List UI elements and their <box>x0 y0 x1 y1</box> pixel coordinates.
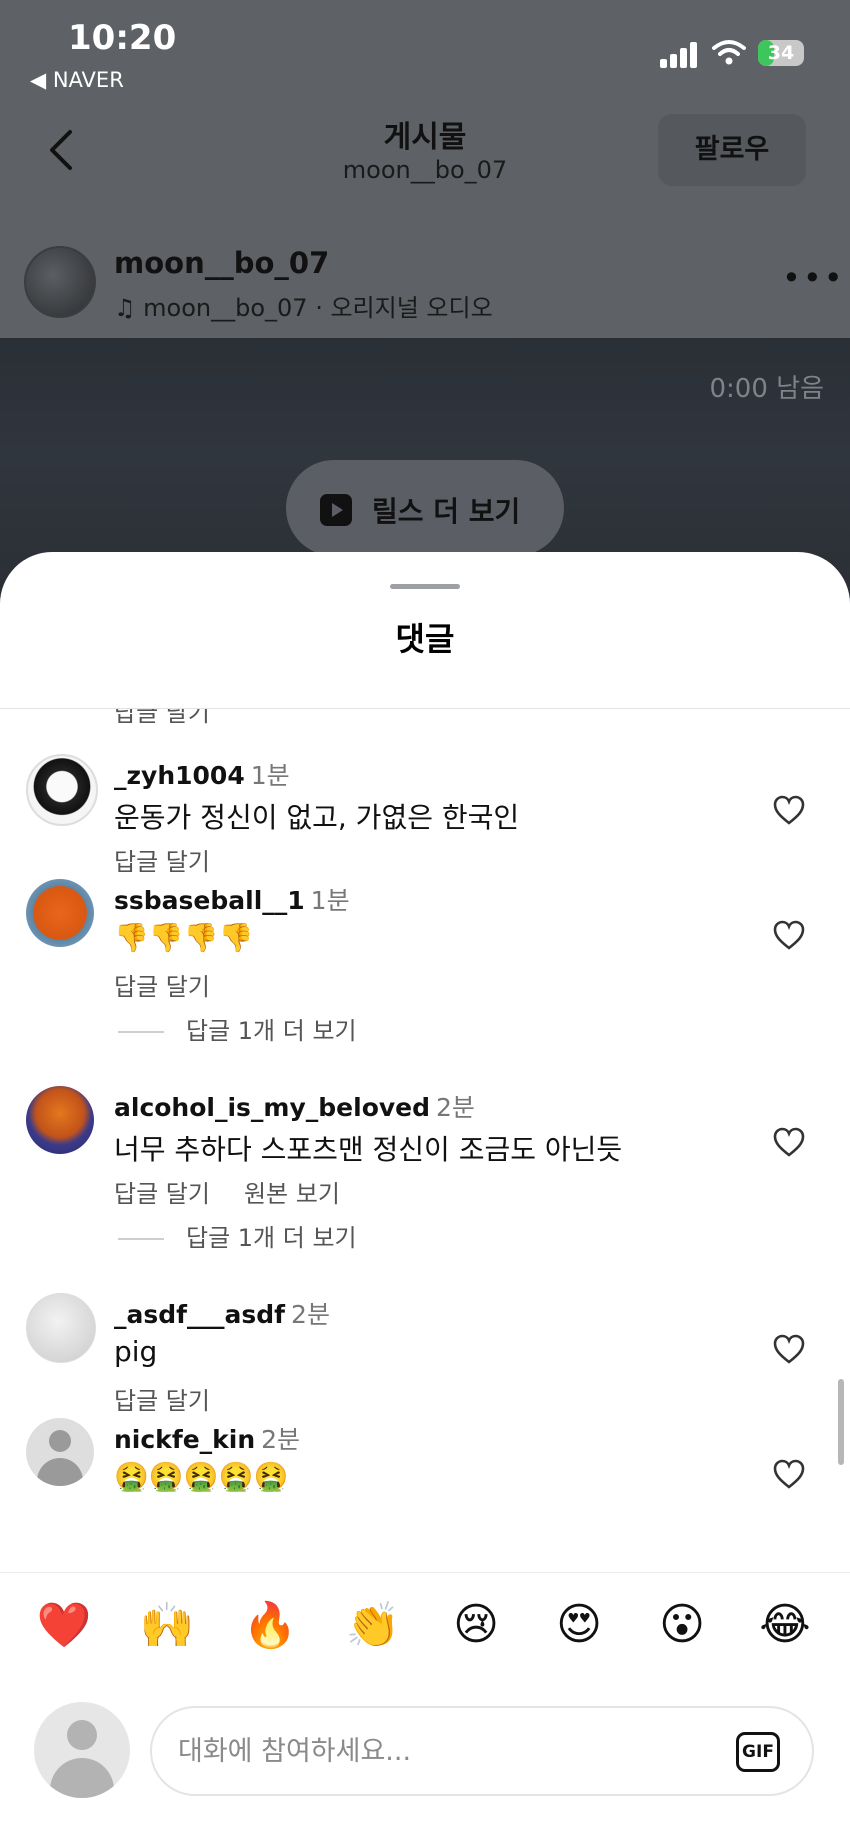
comment-header: ssbaseball__1 1분 <box>114 881 350 917</box>
comment-username[interactable]: nickfe_kin <box>114 1425 255 1454</box>
music-note-icon: ♫ <box>114 294 144 322</box>
comment-header: _zyh1004 1분 <box>114 756 290 792</box>
battery-percent: 34 <box>767 42 795 64</box>
more-reels-button[interactable]: 릴스 더 보기 <box>286 460 564 556</box>
raising-hands-reaction[interactable]: 🙌 <box>137 1599 197 1651</box>
comment-text: pig <box>114 1335 158 1368</box>
comment-time: 2분 <box>436 1093 475 1122</box>
comment-time: 2분 <box>261 1425 301 1454</box>
comment-time: 1분 <box>250 761 290 790</box>
comment-composer: GIF <box>0 1692 850 1822</box>
comment-text: 🤮🤮🤮🤮🤮 <box>114 1460 289 1493</box>
sheet-drag-handle[interactable] <box>390 584 460 589</box>
status-bar: 10:20 ◀ NAVER 34 <box>0 0 850 100</box>
commenter-avatar[interactable] <box>26 1086 94 1154</box>
wifi-icon <box>712 40 746 65</box>
red-heart-reaction[interactable]: ❤️ <box>34 1599 94 1651</box>
comments-sheet: 댓글 답글 달기 _zyh1004 1분 운동가 정신이 없고, 가엾은 한국인 … <box>0 552 850 1840</box>
view-more-replies-label: 답글 1개 더 보기 <box>186 1224 357 1252</box>
scrollbar[interactable] <box>838 1379 844 1465</box>
quick-reactions-bar: ❤️ 🙌 🔥 👏 😢 😍 😮 😂 <box>0 1572 850 1673</box>
like-heart-icon[interactable] <box>772 794 806 826</box>
like-heart-icon[interactable] <box>772 1333 806 1365</box>
reply-link[interactable]: 답글 달기 <box>114 709 210 728</box>
audio-info[interactable]: ♫ moon__bo_07 · 오리지널 오디오 <box>114 288 493 323</box>
replies-line <box>118 1031 164 1033</box>
more-options-icon[interactable]: ••• <box>782 262 845 294</box>
clock: 10:20 <box>68 18 177 58</box>
view-more-replies-link[interactable]: 답글 1개 더 보기 <box>118 1218 357 1253</box>
like-heart-icon[interactable] <box>772 919 806 951</box>
comment-username[interactable]: _asdf___asdf <box>114 1300 285 1329</box>
comment-username[interactable]: ssbaseball__1 <box>114 886 305 915</box>
comments-title: 댓글 <box>395 620 455 658</box>
reply-link[interactable]: 답글 달기 <box>114 848 210 876</box>
replies-line <box>118 1238 164 1240</box>
battery-icon: 34 <box>758 40 804 66</box>
commenter-avatar[interactable] <box>26 754 98 826</box>
commenter-avatar[interactable] <box>26 1418 94 1486</box>
back-to-app-link[interactable]: ◀ NAVER <box>30 68 124 92</box>
comment-header: _asdf___asdf 2분 <box>114 1295 330 1331</box>
play-icon <box>320 494 352 526</box>
see-original-link[interactable]: 원본 보기 <box>244 1180 340 1208</box>
heart-eyes-reaction[interactable]: 😍 <box>549 1599 609 1650</box>
comment-text: 운동가 정신이 없고, 가엾은 한국인 <box>114 801 520 834</box>
comment-header: nickfe_kin 2분 <box>114 1420 300 1456</box>
author-avatar[interactable] <box>24 246 96 318</box>
comment-text: 👎👎👎👎 <box>114 921 254 954</box>
comment-actions: 답글 달기 <box>114 1381 244 1416</box>
reply-link[interactable]: 답글 달기 <box>114 1180 210 1208</box>
author-name[interactable]: moon__bo_07 <box>114 246 329 280</box>
commenter-avatar[interactable] <box>26 1293 96 1363</box>
reply-link[interactable]: 답글 달기 <box>114 973 210 1001</box>
reply-link[interactable]: 답글 달기 <box>114 1387 210 1415</box>
gif-button[interactable]: GIF <box>736 1732 780 1772</box>
audio-label: moon__bo_07 · 오리지널 오디오 <box>143 294 493 322</box>
comment-time: 1분 <box>310 886 350 915</box>
my-avatar[interactable] <box>34 1702 130 1798</box>
comment-actions: 답글 달기 <box>114 842 244 877</box>
fire-reaction[interactable]: 🔥 <box>240 1599 300 1651</box>
comment-username[interactable]: _zyh1004 <box>114 761 245 790</box>
commenter-avatar[interactable] <box>26 879 94 947</box>
view-more-replies-link[interactable]: 답글 1개 더 보기 <box>118 1011 357 1046</box>
laughing-reaction[interactable]: 😂 <box>755 1599 815 1650</box>
comment-username[interactable]: alcohol_is_my_beloved <box>114 1093 430 1122</box>
comment-header: alcohol_is_my_beloved 2분 <box>114 1088 475 1124</box>
more-reels-label: 릴스 더 보기 <box>372 495 521 528</box>
comment-actions: 답글 달기 원본 보기 <box>114 1174 374 1209</box>
video-time-left: 0:00 남음 <box>709 374 825 404</box>
crying-reaction[interactable]: 😢 <box>446 1599 506 1650</box>
comment-text: 너무 추하다 스포츠맨 정신이 조금도 아닌듯 <box>114 1133 623 1166</box>
comment-input[interactable] <box>150 1706 814 1796</box>
follow-button[interactable]: 팔로우 <box>658 114 806 186</box>
surprised-reaction[interactable]: 😮 <box>652 1599 712 1650</box>
view-more-replies-label: 답글 1개 더 보기 <box>186 1017 357 1045</box>
comment-time: 2분 <box>291 1300 330 1329</box>
like-heart-icon[interactable] <box>772 1458 806 1490</box>
comment-actions: 답글 달기 <box>114 967 244 1002</box>
comment-list[interactable]: 답글 달기 _zyh1004 1분 운동가 정신이 없고, 가엾은 한국인 답글 … <box>0 709 850 1709</box>
clapping-reaction[interactable]: 👏 <box>343 1599 403 1651</box>
like-heart-icon[interactable] <box>772 1126 806 1158</box>
cellular-signal-icon <box>660 42 698 68</box>
